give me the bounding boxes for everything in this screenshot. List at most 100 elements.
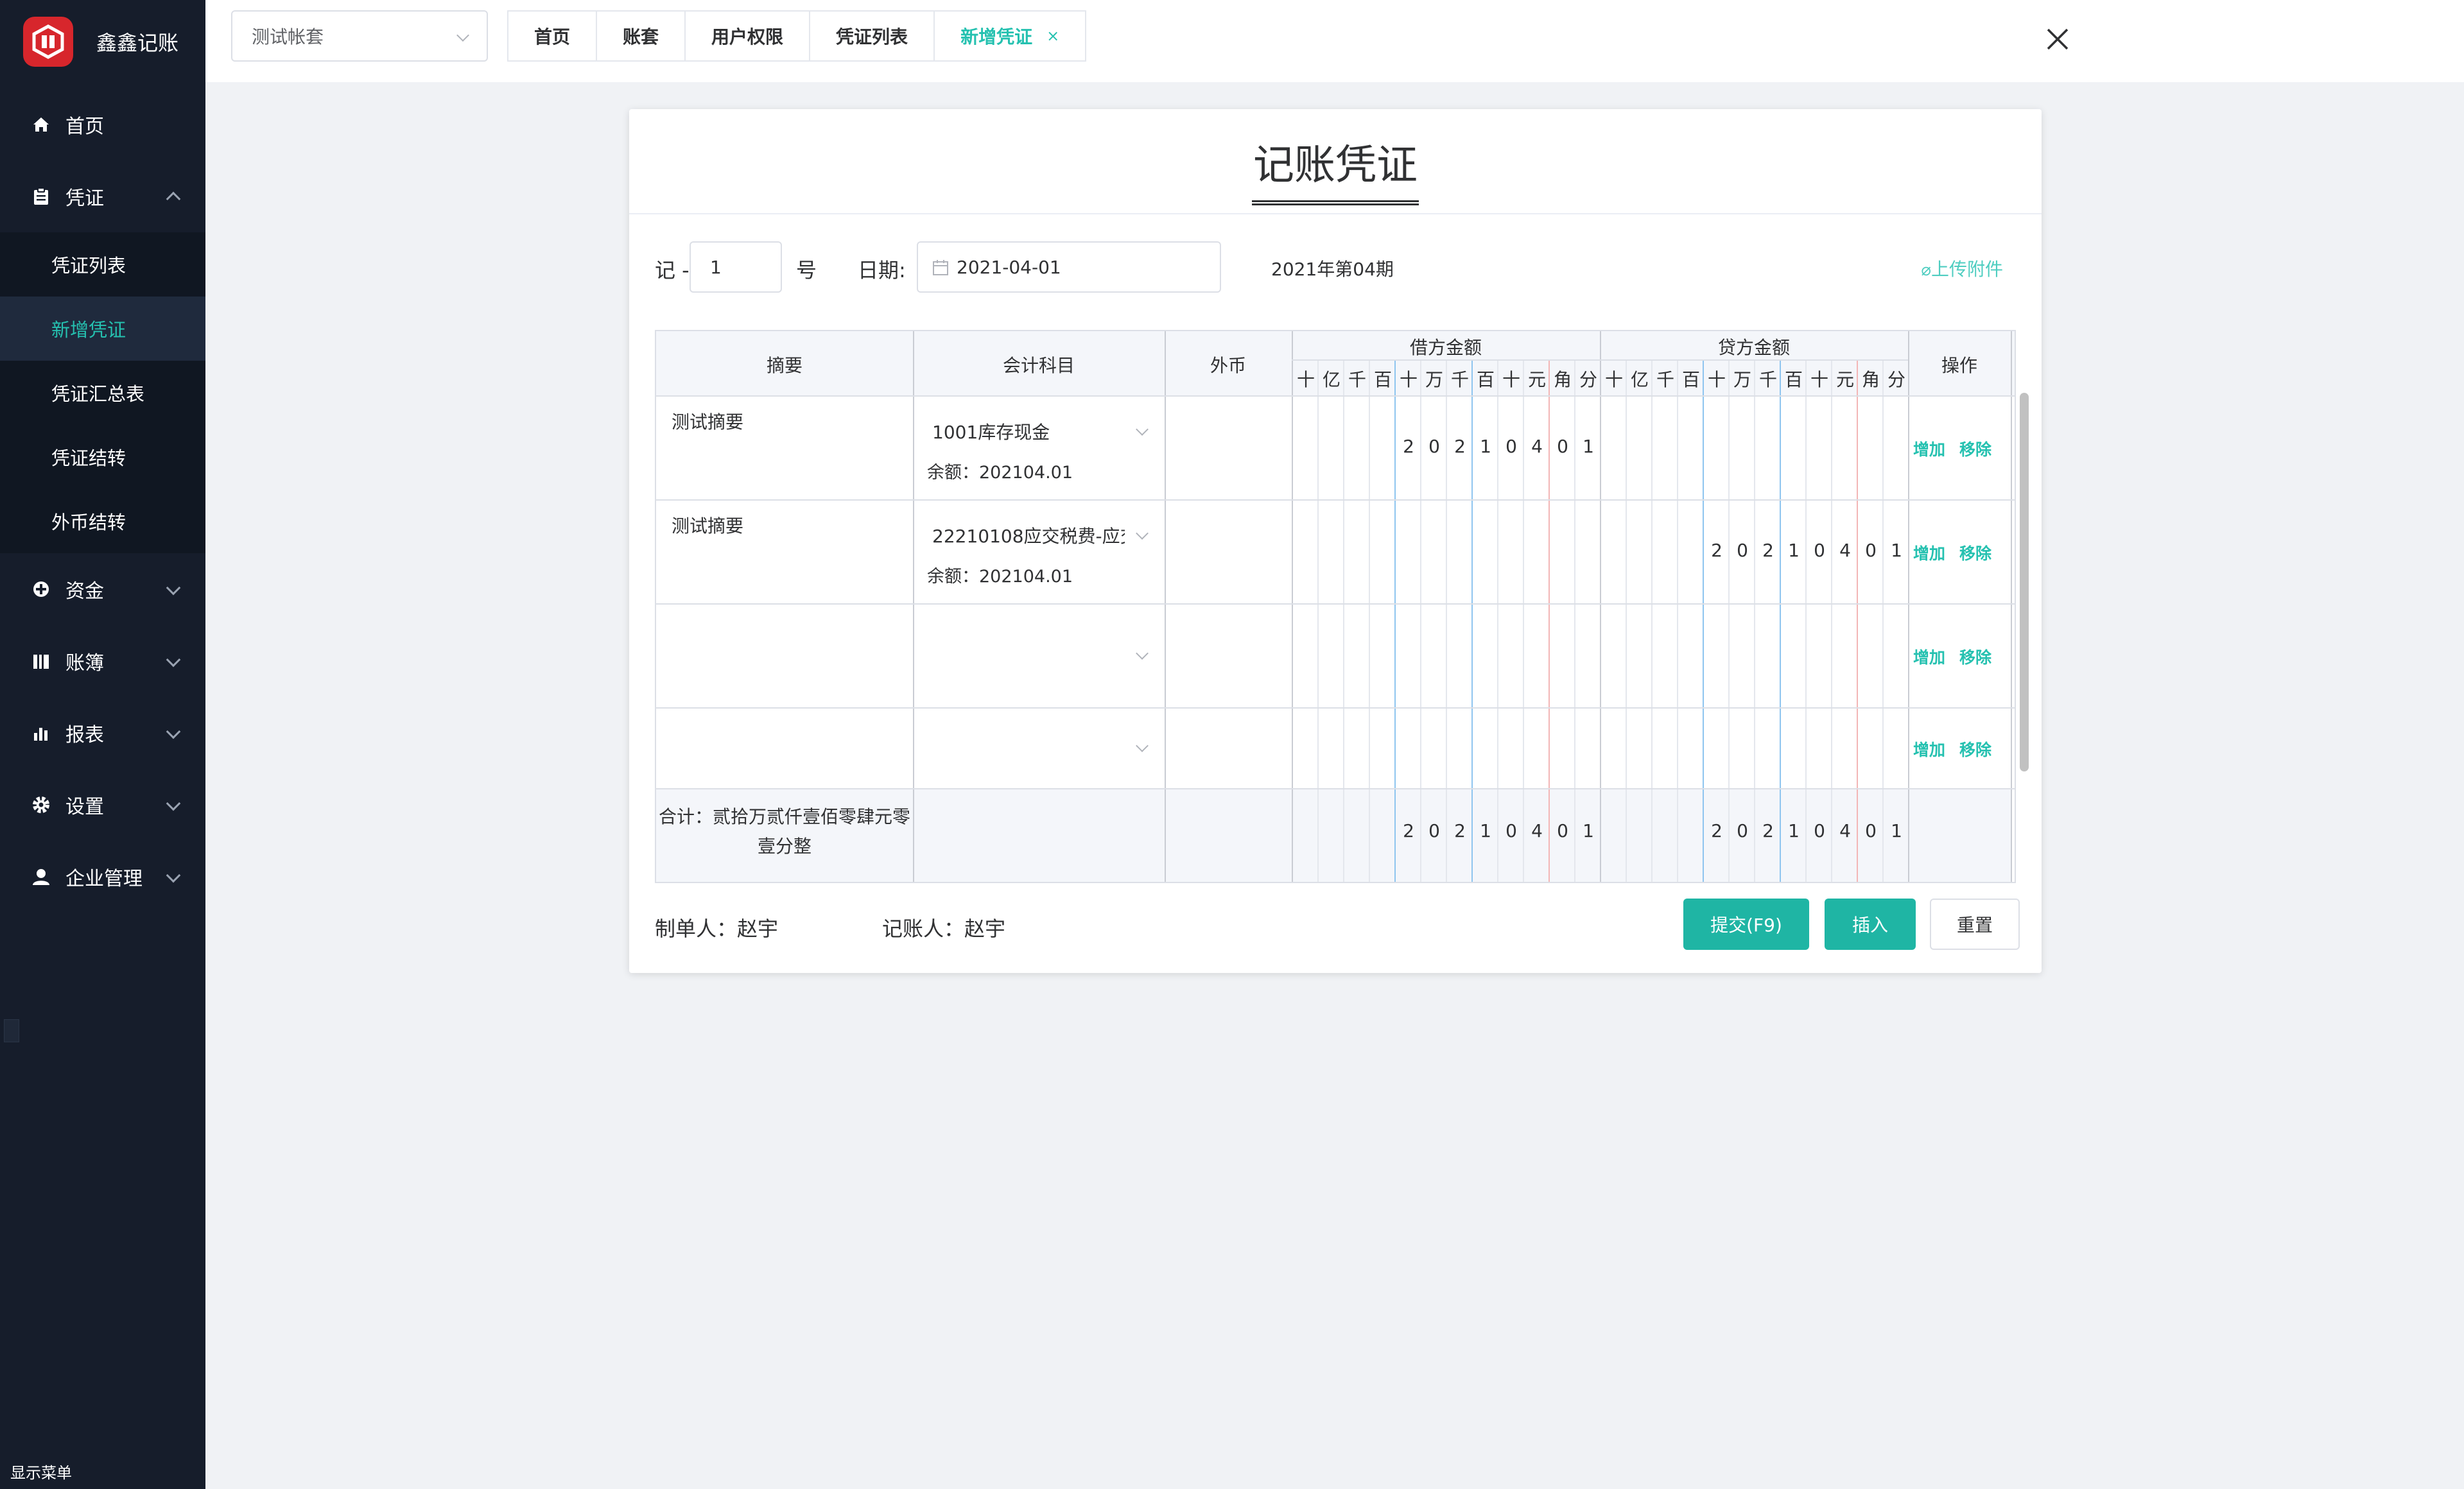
chevron-down-icon <box>1136 647 1149 660</box>
digit-divider <box>1626 359 1627 882</box>
credit-unit-header: 万 <box>1733 369 1751 390</box>
debit-digit[interactable]: 0 <box>1421 436 1447 457</box>
table-scrollbar[interactable] <box>2020 393 2029 771</box>
date-picker[interactable]: 2021-04-01 <box>917 241 1221 293</box>
credit-digit[interactable]: 2 <box>1755 540 1781 561</box>
row-add-button[interactable]: 增加 <box>1913 541 1945 564</box>
total-debit-digit: 1 <box>1583 820 1594 841</box>
tab-home[interactable]: 首页 <box>508 12 598 60</box>
row-remove-button[interactable]: 移除 <box>1959 437 1991 460</box>
sidebar-item-funds[interactable]: 资金 <box>0 553 205 625</box>
credit-unit-header: 百 <box>1784 369 1803 390</box>
row-add-button[interactable]: 增加 <box>1913 737 1945 761</box>
chevron-down-icon <box>166 724 181 739</box>
credit-digit[interactable]: 0 <box>1858 540 1884 561</box>
gear-icon <box>31 795 51 815</box>
sidebar-item-settings[interactable]: 设置 <box>0 769 205 841</box>
debit-digit[interactable]: 0 <box>1498 436 1524 457</box>
total-debit-digit: 4 <box>1531 820 1543 841</box>
row-remove-button[interactable]: 移除 <box>1959 645 1991 668</box>
credit-digit[interactable]: 1 <box>1884 540 1909 561</box>
sidebar-subitem-fx-carryover[interactable]: 外币结转 <box>0 489 205 553</box>
credit-unit-header: 元 <box>1835 369 1854 390</box>
accounting-period: 2021年第04期 <box>1271 259 1394 280</box>
row-summary-cell[interactable]: 测试摘要 <box>672 512 743 538</box>
total-debit-digit: 1 <box>1480 820 1491 841</box>
credit-digit[interactable]: 0 <box>1807 540 1832 561</box>
debit-digit[interactable]: 2 <box>1396 436 1421 457</box>
voucher-meta: 记 - 1 号 日期: 2021-04-01 2021年第04期 ⌀上传附件 <box>655 241 2016 293</box>
credit-digit[interactable]: 0 <box>1730 540 1755 561</box>
upload-attachment-link[interactable]: ⌀上传附件 <box>1921 255 2003 281</box>
row-add-button[interactable]: 增加 <box>1913 437 1945 460</box>
debit-digit[interactable]: 1 <box>1473 436 1498 457</box>
brand: 鑫鑫记账 <box>0 0 205 83</box>
row-remove-button[interactable]: 移除 <box>1959 737 1991 761</box>
voucher-type-label: 记 - <box>655 258 690 282</box>
tab-new-voucher[interactable]: 新增凭证 × <box>935 12 1085 60</box>
voucher-number-input[interactable]: 1 <box>690 241 782 293</box>
debit-digit[interactable]: 0 <box>1550 436 1575 457</box>
date-value: 2021-04-01 <box>957 256 1061 278</box>
row-remove-button[interactable]: 移除 <box>1959 541 1991 564</box>
debit-unit-header: 万 <box>1425 369 1443 390</box>
sidebar-item-home[interactable]: 首页 <box>0 89 205 160</box>
column-header-ops: 操作 <box>1941 355 1977 376</box>
digit-divider <box>1317 359 1319 882</box>
debit-digit[interactable]: 2 <box>1447 436 1473 457</box>
row-subject-select[interactable]: 22210108应交税费-应交 <box>932 522 1125 548</box>
insert-button[interactable]: 插入 <box>1825 899 1916 950</box>
total-amount-words-line2: 壹分整 <box>757 836 811 857</box>
sidebar-item-label: 企业管理 <box>65 868 143 890</box>
credit-unit-header: 十 <box>1810 369 1828 390</box>
tab-account-books[interactable]: 账套 <box>597 12 686 60</box>
row-subject-select[interactable]: 1001库存现金 <box>932 418 1125 444</box>
sidebar-resize-handle[interactable] <box>4 1019 19 1042</box>
digit-divider <box>1857 359 1858 882</box>
sidebar-item-label: 设置 <box>65 796 104 818</box>
total-debit-digit: 0 <box>1428 820 1440 841</box>
sidebar-item-reports[interactable]: 报表 <box>0 697 205 769</box>
sidebar-subitem-voucher-list[interactable]: 凭证列表 <box>0 232 205 297</box>
debit-digit[interactable]: 1 <box>1575 436 1601 457</box>
tab-close-icon[interactable]: × <box>1046 27 1059 45</box>
submit-button[interactable]: 提交(F9) <box>1683 899 1809 950</box>
show-menu-toggle[interactable]: 显示菜单 <box>10 1460 72 1483</box>
credit-digit[interactable]: 2 <box>1704 540 1730 561</box>
tab-voucher-list[interactable]: 凭证列表 <box>810 12 935 60</box>
sidebar-subitem-voucher-summary[interactable]: 凭证汇总表 <box>0 361 205 425</box>
sidebar-subitem-new-voucher[interactable]: 新增凭证 <box>0 297 205 361</box>
header-bottom-line <box>656 395 2015 397</box>
row-summary-cell[interactable]: 测试摘要 <box>672 408 743 434</box>
sidebar-item-voucher[interactable]: 凭证 <box>0 160 205 232</box>
credit-digit[interactable]: 1 <box>1781 540 1807 561</box>
total-credit-digit: 0 <box>1865 820 1877 841</box>
sidebar-subitem-voucher-carryover[interactable]: 凭证结转 <box>0 425 205 489</box>
total-credit-digit: 0 <box>1814 820 1825 841</box>
sidebar-item-enterprise[interactable]: 企业管理 <box>0 841 205 913</box>
account-book-select[interactable]: 测试帐套 <box>231 10 488 62</box>
sidebar: 鑫鑫记账 首页 凭证 凭证列表 新增凭证 凭证汇总表 凭证结转 外币结转 资金 … <box>0 0 205 1489</box>
home-icon <box>31 114 51 135</box>
total-credit-digit: 4 <box>1839 820 1851 841</box>
clipboard-icon <box>31 186 51 207</box>
debit-unit-header: 分 <box>1579 369 1597 390</box>
credit-digit[interactable]: 4 <box>1832 540 1858 561</box>
paperclip-icon: ⌀ <box>1921 261 1931 280</box>
debit-digit[interactable]: 4 <box>1524 436 1550 457</box>
sidebar-item-ledger[interactable]: 账簿 <box>0 625 205 697</box>
tab-user-permissions[interactable]: 用户权限 <box>686 12 811 60</box>
user-icon <box>31 866 51 887</box>
row-add-button[interactable]: 增加 <box>1913 645 1945 668</box>
credit-unit-header: 百 <box>1681 369 1700 390</box>
chevron-down-icon <box>166 868 181 883</box>
close-icon[interactable] <box>2042 23 2074 55</box>
column-divider <box>913 331 914 882</box>
number-suffix-label: 号 <box>796 258 817 282</box>
credit-unit-header: 千 <box>1758 369 1777 390</box>
debit-unit-header: 十 <box>1399 369 1418 390</box>
debit-unit-header: 千 <box>1450 369 1469 390</box>
reset-button[interactable]: 重置 <box>1930 899 2020 950</box>
digit-divider <box>1343 359 1344 882</box>
digit-divider <box>1369 359 1370 882</box>
